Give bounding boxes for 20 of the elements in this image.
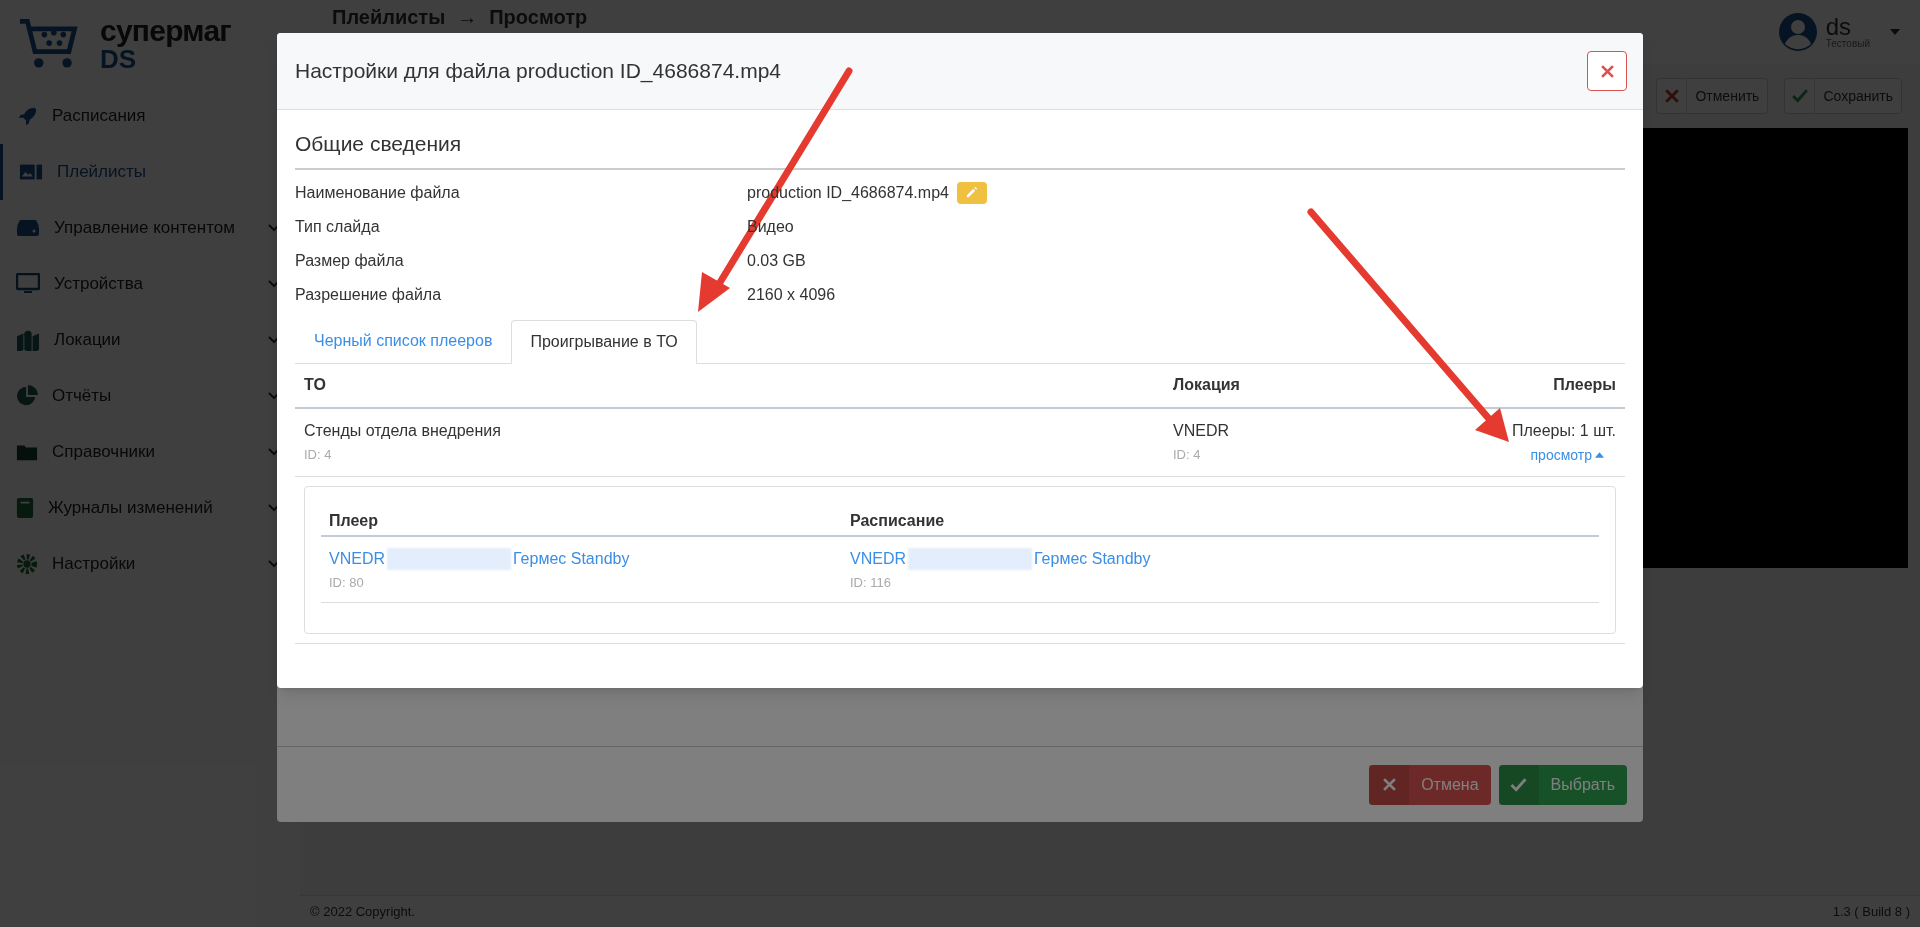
table-cell-text: Плееры: 1 шт. [1511,420,1616,441]
modal-title: Настройки для файла production ID_4686874.mp4 [295,58,781,85]
id-label: ID: 80 [329,573,365,592]
table-cell-text: VNEDR [1173,420,1230,441]
column-header: Расписание [850,510,946,531]
column-header: ТО [304,375,327,395]
table-cell-text: Стенды отдела внедрения [304,420,502,441]
breadcrumb-separator: → [457,5,478,30]
field-label: Тип слайда [295,216,381,237]
column-header: Локация [1173,375,1241,395]
id-label: ID: 4 [304,445,333,464]
field-label: Размер файла [295,250,405,271]
field-value: 2160 x 4096 [747,284,836,305]
column-header: Плееры [1552,375,1616,395]
field-value: 0.03 GB [747,250,806,271]
logo-subtitle: DS [100,46,137,72]
column-header: Плеер [329,510,380,531]
id-label: ID: 4 [1173,445,1202,464]
field-label: Разрешение файла [295,284,443,305]
id-label: ID: 116 [850,573,892,592]
